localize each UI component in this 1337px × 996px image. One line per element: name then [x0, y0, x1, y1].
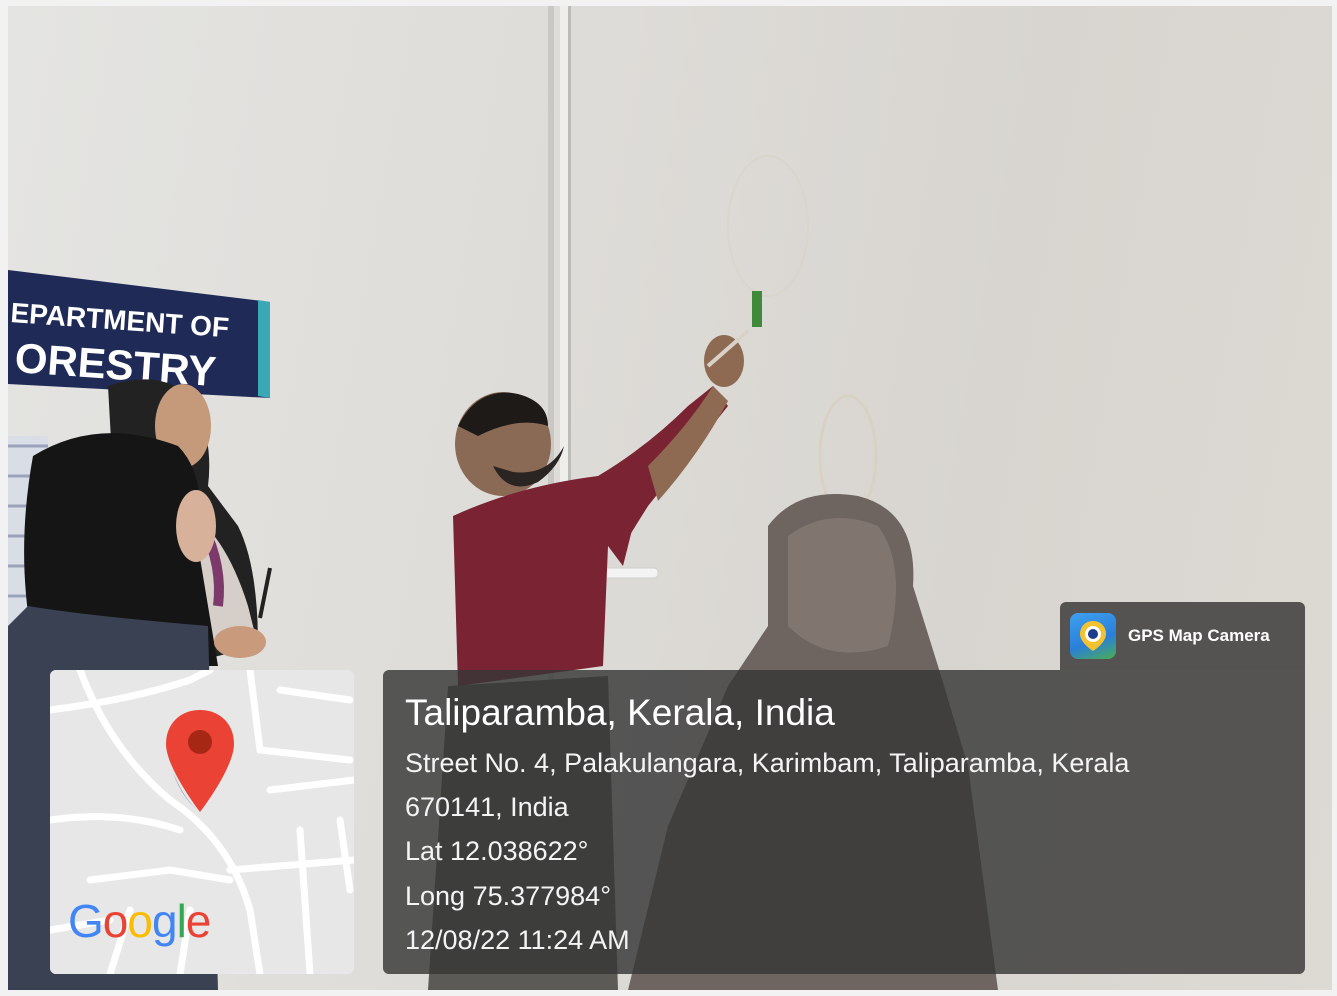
google-logo-letter: o — [102, 895, 129, 947]
gps-badge-label: GPS Map Camera — [1128, 626, 1270, 645]
google-logo-letter: e — [185, 895, 212, 947]
google-logo-letter: o — [127, 895, 153, 947]
datetime: 12/08/22 11:24 AM — [405, 925, 630, 955]
google-logo-letter: l — [176, 895, 187, 947]
map-thumbnail: Google — [50, 670, 354, 974]
google-logo: Google — [68, 894, 212, 948]
gps-map-camera-badge: GPS Map Camera — [1060, 602, 1305, 670]
location-title: Taliparamba, Kerala, India — [405, 692, 835, 733]
google-logo-letter: G — [68, 895, 104, 947]
address-line-2: 670141, India — [405, 792, 569, 822]
map-pin-icon — [166, 710, 234, 812]
location-info-panel: Taliparamba, Kerala, India Street No. 4,… — [383, 670, 1305, 974]
gps-camera-app-icon — [1070, 613, 1116, 659]
latitude: Lat 12.038622° — [405, 836, 589, 866]
photo: EPARTMENT OF ORESTRY GPS Map Camera Goog… — [8, 6, 1332, 990]
department-banner: EPARTMENT OF ORESTRY — [8, 270, 270, 398]
longitude: Long 75.377984° — [405, 881, 611, 911]
google-logo-letter: g — [151, 895, 178, 947]
address-line-1: Street No. 4, Palakulangara, Karimbam, T… — [405, 748, 1130, 778]
